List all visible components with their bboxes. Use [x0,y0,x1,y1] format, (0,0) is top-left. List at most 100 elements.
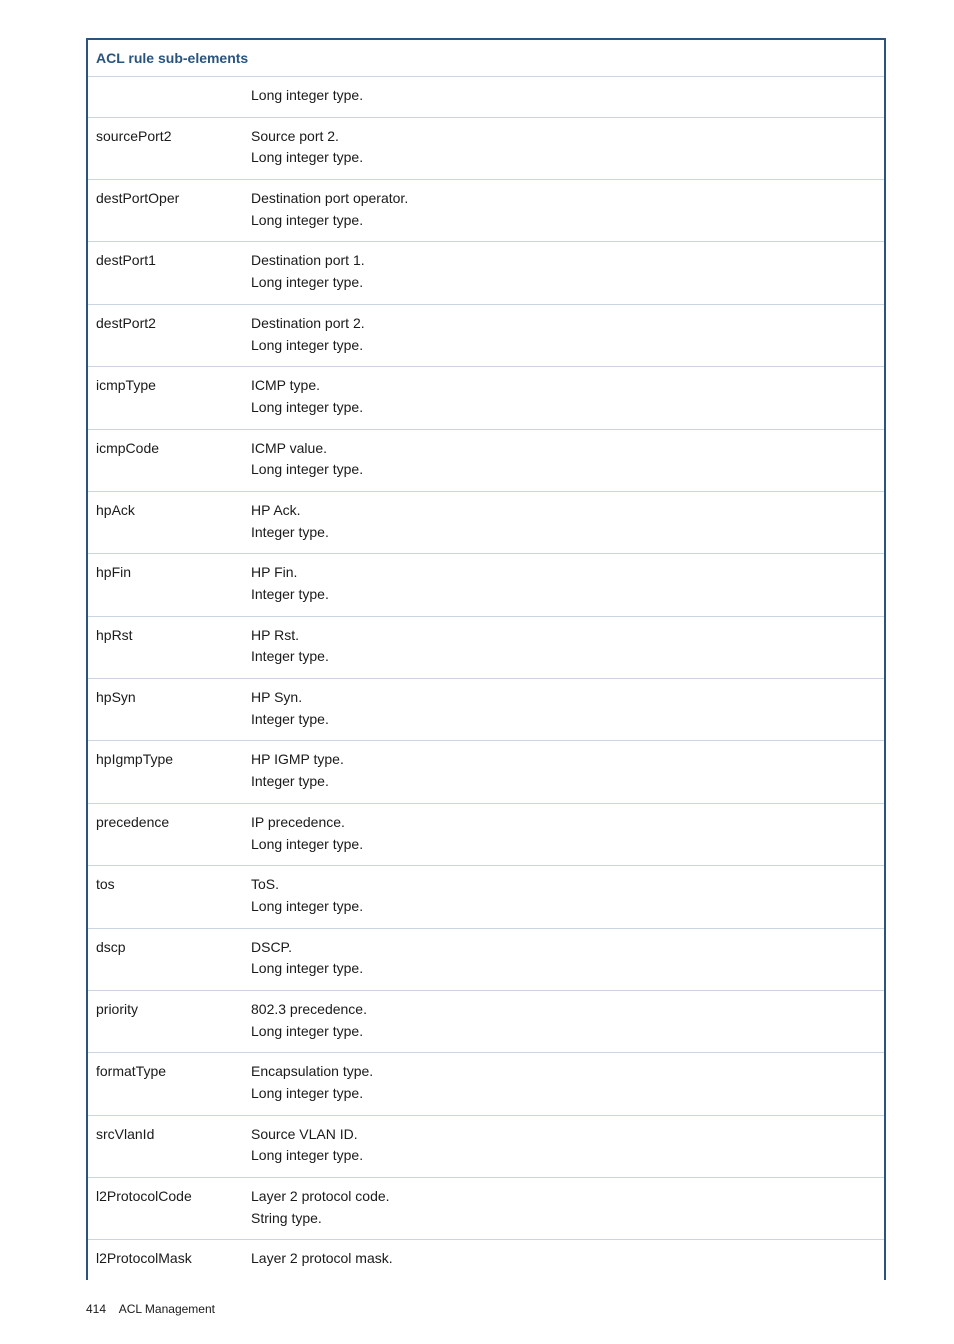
row-description-line: Integer type. [251,522,876,544]
table-row: hpSynHP Syn.Integer type. [87,679,885,741]
row-key: hpIgmpType [87,741,243,803]
row-key: priority [87,990,243,1052]
row-key: destPort2 [87,304,243,366]
row-key: hpSyn [87,679,243,741]
row-description: Source VLAN ID.Long integer type. [243,1115,885,1177]
table-row: destPort2Destination port 2.Long integer… [87,304,885,366]
row-description-line: ICMP value. [251,438,876,460]
row-key: destPortOper [87,180,243,242]
row-description-line: Long integer type. [251,85,876,107]
row-description: HP Ack.Integer type. [243,491,885,553]
row-description: HP IGMP type.Integer type. [243,741,885,803]
row-description-line: Source VLAN ID. [251,1124,876,1146]
row-description-line: Destination port 1. [251,250,876,272]
row-description-line: 802.3 precedence. [251,999,876,1021]
row-key: hpFin [87,554,243,616]
row-description: Long integer type. [243,77,885,118]
row-description-line: Long integer type. [251,397,876,419]
row-description-line: Long integer type. [251,834,876,856]
row-key: sourcePort2 [87,117,243,179]
row-description: IP precedence.Long integer type. [243,803,885,865]
row-key: formatType [87,1053,243,1115]
row-description-line: Encapsulation type. [251,1061,876,1083]
row-description-line: Integer type. [251,646,876,668]
row-description: HP Fin.Integer type. [243,554,885,616]
section-title: ACL Management [119,1302,215,1316]
table-row: l2ProtocolMask Layer 2 protocol mask. [87,1240,885,1280]
row-description-line: DSCP. [251,937,876,959]
row-description-line: HP Rst. [251,625,876,647]
row-description-line: Long integer type. [251,1083,876,1105]
row-description-line: HP Syn. [251,687,876,709]
row-description: Destination port 2.Long integer type. [243,304,885,366]
row-description-line: HP IGMP type. [251,749,876,771]
row-description: HP Rst.Integer type. [243,616,885,678]
table-row: hpRstHP Rst.Integer type. [87,616,885,678]
row-description: Destination port operator.Long integer t… [243,180,885,242]
row-description: Destination port 1.Long integer type. [243,242,885,304]
row-key: icmpCode [87,429,243,491]
row-key: precedence [87,803,243,865]
row-key: srcVlanId [87,1115,243,1177]
table-row: hpIgmpTypeHP IGMP type.Integer type. [87,741,885,803]
row-description-line: Long integer type. [251,1145,876,1167]
row-key: hpRst [87,616,243,678]
table-row: icmpTypeICMP type.Long integer type. [87,367,885,429]
row-description: Layer 2 protocol mask. [243,1240,885,1280]
table-row: srcVlanIdSource VLAN ID.Long integer typ… [87,1115,885,1177]
row-key: dscp [87,928,243,990]
table-row: hpFinHP Fin.Integer type. [87,554,885,616]
row-description: ICMP value.Long integer type. [243,429,885,491]
row-key: l2ProtocolCode [87,1178,243,1240]
row-description-line: Long integer type. [251,896,876,918]
row-key [87,77,243,118]
table-row: sourcePort2Source port 2.Long integer ty… [87,117,885,179]
row-description-line: Long integer type. [251,272,876,294]
row-description: Encapsulation type.Long integer type. [243,1053,885,1115]
table-row: tosToS.Long integer type. [87,866,885,928]
row-description-line: Long integer type. [251,1021,876,1043]
row-description-line: Layer 2 protocol mask. [251,1248,876,1270]
row-description-line: Layer 2 protocol code. [251,1186,876,1208]
table-row: priority802.3 precedence.Long integer ty… [87,990,885,1052]
table-row: formatTypeEncapsulation type.Long intege… [87,1053,885,1115]
table-header: ACL rule sub-elements [87,39,885,77]
table-row: dscpDSCP.Long integer type. [87,928,885,990]
row-key: hpAck [87,491,243,553]
row-description: Source port 2.Long integer type. [243,117,885,179]
table-row: precedenceIP precedence.Long integer typ… [87,803,885,865]
row-description-line: Long integer type. [251,958,876,980]
table-row: icmpCodeICMP value.Long integer type. [87,429,885,491]
row-description-line: String type. [251,1208,876,1230]
row-key: l2ProtocolMask [87,1240,243,1280]
row-description: ICMP type.Long integer type. [243,367,885,429]
row-key: destPort1 [87,242,243,304]
row-description: HP Syn.Integer type. [243,679,885,741]
table-row: destPort1Destination port 1.Long integer… [87,242,885,304]
row-description-line: ICMP type. [251,375,876,397]
table-row: l2ProtocolCodeLayer 2 protocol code.Stri… [87,1178,885,1240]
row-description-line: Integer type. [251,709,876,731]
row-description-line: Source port 2. [251,126,876,148]
row-key: icmpType [87,367,243,429]
table-row: destPortOperDestination port operator.Lo… [87,180,885,242]
row-description: ToS.Long integer type. [243,866,885,928]
row-key: tos [87,866,243,928]
acl-rule-table: ACL rule sub-elements Long integer type.… [86,38,886,1280]
row-description: 802.3 precedence.Long integer type. [243,990,885,1052]
row-description-line: HP Ack. [251,500,876,522]
row-description-line: Long integer type. [251,147,876,169]
row-description-line: ToS. [251,874,876,896]
row-description-line: Destination port 2. [251,313,876,335]
page-number: 414 [86,1302,106,1316]
row-description: Layer 2 protocol code.String type. [243,1178,885,1240]
row-description-line: IP precedence. [251,812,876,834]
row-description-line: Long integer type. [251,210,876,232]
row-description-line: Long integer type. [251,335,876,357]
row-description: DSCP.Long integer type. [243,928,885,990]
row-description-line: Integer type. [251,584,876,606]
page-footer: 414 ACL Management [86,1302,886,1316]
row-description-line: Destination port operator. [251,188,876,210]
table-row: Long integer type. [87,77,885,118]
table-row: hpAckHP Ack.Integer type. [87,491,885,553]
